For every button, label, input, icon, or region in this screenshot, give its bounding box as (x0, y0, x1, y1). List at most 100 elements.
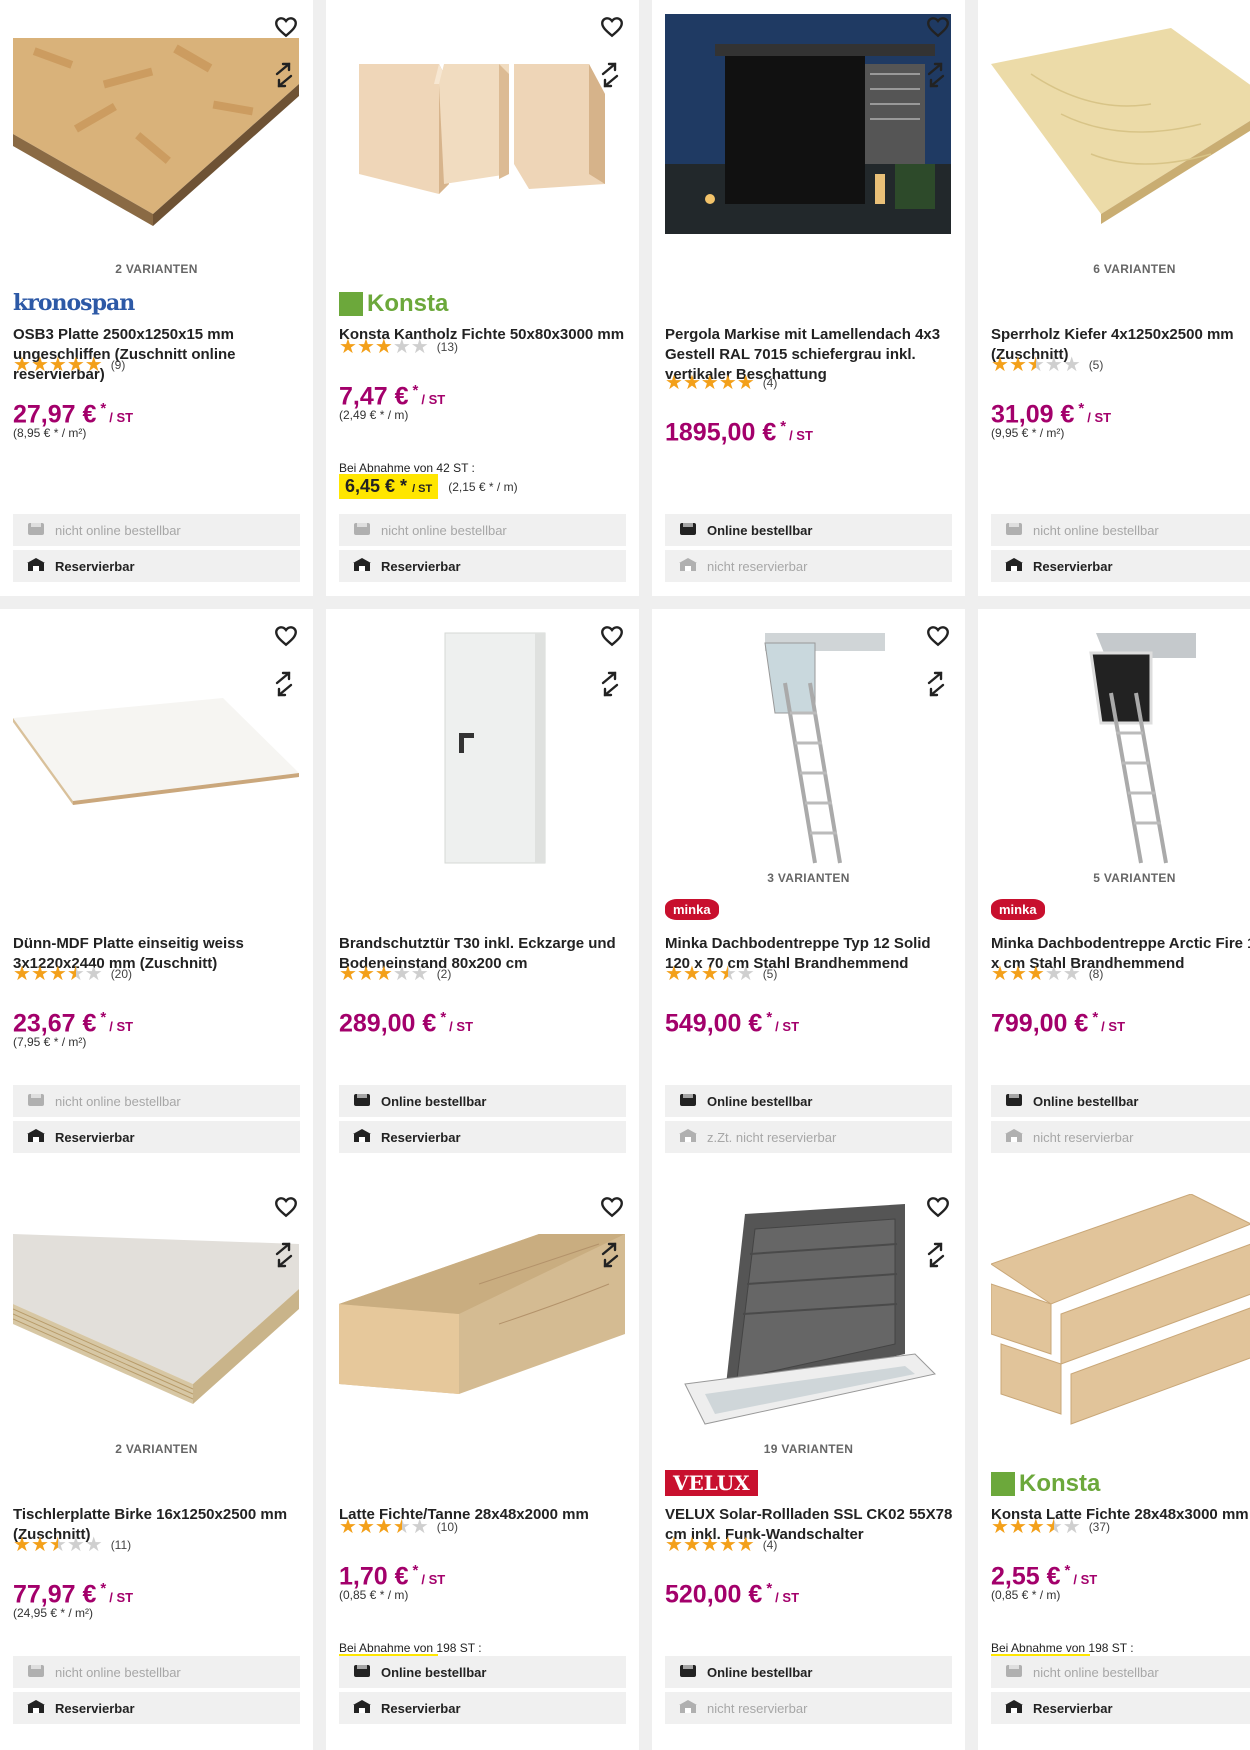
online-availability: nicht online bestellbar (13, 1656, 300, 1688)
reserve-availability: Reservierbar (13, 550, 300, 582)
online-availability: nicht online bestellbar (13, 514, 300, 546)
product-image[interactable] (665, 1194, 951, 1440)
variants-label: 3 VARIANTEN (767, 871, 850, 885)
star-icons: ★★★★★ (13, 1534, 103, 1556)
heart-icon[interactable] (925, 14, 951, 40)
brand-logo: kronospan (13, 290, 135, 316)
store-icon (27, 1699, 45, 1717)
product-image[interactable] (989, 1193, 1250, 1440)
reserve-availability: Reservierbar (991, 1692, 1250, 1724)
product-card[interactable]: Latte Fichte/Tanne 28x48x2000 mm ★★★★★ (10… (326, 1180, 639, 1750)
price: 1,70 € */ ST (339, 1562, 446, 1591)
rating: ★★★★★ (8) (991, 964, 1103, 984)
product-image[interactable] (339, 623, 625, 869)
heart-icon[interactable] (925, 623, 951, 649)
product-image[interactable] (991, 623, 1250, 869)
delivery-icon (1005, 1093, 1023, 1110)
review-count: (2) (436, 967, 452, 981)
product-card[interactable]: Konsta Konsta Latte Fichte 28x48x3000 mm ★… (978, 1180, 1250, 1750)
compare-icon[interactable] (595, 60, 625, 90)
base-price: (2,49 € * / m) (339, 408, 409, 422)
reserve-availability: z.Zt. nicht reservierbar (665, 1121, 952, 1153)
heart-icon[interactable] (925, 1194, 951, 1220)
compare-icon[interactable] (595, 1240, 625, 1270)
star-icons: ★★★★★ (13, 354, 103, 376)
store-icon (1005, 1699, 1023, 1717)
compare-icon[interactable] (269, 1240, 299, 1270)
store-icon (679, 1699, 697, 1717)
review-count: (13) (436, 340, 459, 354)
heart-icon[interactable] (273, 623, 299, 649)
online-availability: nicht online bestellbar (339, 514, 626, 546)
product-image[interactable] (665, 623, 951, 869)
reserve-availability: Reservierbar (991, 550, 1250, 582)
product-image[interactable] (665, 14, 951, 260)
review-count: (37) (1088, 1520, 1111, 1534)
compare-icon[interactable] (269, 669, 299, 699)
heart-icon[interactable] (599, 14, 625, 40)
product-image[interactable] (339, 1194, 625, 1440)
product-card[interactable]: Konsta Konsta Kantholz Fichte 50x80x3000 … (326, 0, 639, 596)
reserve-availability: Reservierbar (13, 1692, 300, 1724)
rating: ★★★★★ (4) (665, 1535, 777, 1555)
heart-icon[interactable] (273, 1194, 299, 1220)
delivery-icon (1005, 522, 1023, 539)
heart-icon[interactable] (599, 623, 625, 649)
online-availability: Online bestellbar (339, 1085, 626, 1117)
delivery-icon (353, 1093, 371, 1110)
heart-icon[interactable] (599, 1194, 625, 1220)
store-icon (679, 557, 697, 575)
compare-icon[interactable] (921, 60, 951, 90)
bulk-label: Bei Abnahme von 42 ST : (339, 461, 475, 475)
star-icons: ★★★★★ (665, 963, 755, 985)
store-icon (27, 1128, 45, 1146)
reserve-availability: Reservierbar (339, 550, 626, 582)
rating: ★★★★★ (20) (13, 964, 132, 984)
product-card[interactable]: 19 VARIANTEN VELUX VELUX Solar-Rollladen S… (652, 1180, 965, 1750)
compare-icon[interactable] (921, 669, 951, 699)
product-image[interactable] (13, 623, 299, 869)
product-image[interactable] (13, 14, 299, 260)
product-card[interactable]: 3 VARIANTEN minka Minka Dachbodentreppe Ty… (652, 609, 965, 1205)
price: 289,00 € */ ST (339, 1009, 474, 1038)
reserve-availability: nicht reservierbar (665, 1692, 952, 1724)
star-icons: ★★★★★ (339, 963, 429, 985)
reserve-availability: Reservierbar (13, 1121, 300, 1153)
product-card[interactable]: 5 VARIANTEN minka Minka Dachbodentreppe Ar… (978, 609, 1250, 1205)
heart-icon[interactable] (273, 14, 299, 40)
product-image[interactable] (991, 14, 1250, 260)
delivery-icon (1005, 1664, 1023, 1681)
delivery-icon (27, 1093, 45, 1110)
product-card[interactable]: 6 VARIANTEN Sperrholz Kiefer 4x1250x2500 … (978, 0, 1250, 596)
rating: ★★★★★ (10) (339, 1517, 458, 1537)
base-price: (0,85 € * / m) (991, 1588, 1061, 1602)
store-icon (1005, 557, 1023, 575)
bulk-base-price: (2,15 € * / m) (448, 479, 518, 494)
compare-icon[interactable] (595, 669, 625, 699)
reserve-availability: Reservierbar (339, 1121, 626, 1153)
product-card[interactable]: Dünn-MDF Platte einseitig weiss 3x1220x2… (0, 609, 313, 1205)
price: 23,67 € */ ST (13, 1009, 134, 1038)
store-icon (1005, 1128, 1023, 1146)
product-card[interactable]: Pergola Markise mit Lamellendach 4x3 Ges… (652, 0, 965, 596)
review-count: (20) (110, 967, 133, 981)
product-card[interactable]: Brandschutztür T30 inkl. Eckzarge und Bo… (326, 609, 639, 1205)
brand-logo: VELUX (665, 1470, 758, 1498)
compare-icon[interactable] (269, 60, 299, 90)
review-count: (10) (436, 1520, 459, 1534)
product-card[interactable]: 2 VARIANTEN kronospan OSB3 Platte 2500x125… (0, 0, 313, 596)
delivery-icon (353, 522, 371, 539)
compare-icon[interactable] (921, 1240, 951, 1270)
bulk-label: Bei Abnahme von 198 ST : (991, 1641, 1134, 1655)
bulk-label: Bei Abnahme von 198 ST : (339, 1641, 482, 1655)
product-image[interactable] (339, 14, 625, 260)
online-availability: Online bestellbar (991, 1085, 1250, 1117)
brand-logo: minka (991, 899, 1045, 927)
product-image[interactable] (12, 1194, 299, 1440)
store-icon (353, 1699, 371, 1717)
delivery-icon (27, 522, 45, 539)
online-availability: nicht online bestellbar (991, 514, 1250, 546)
rating: ★★★★★ (5) (665, 964, 777, 984)
star-icons: ★★★★★ (991, 354, 1081, 376)
product-card[interactable]: 2 VARIANTEN Tischlerplatte Birke 16x1250x… (0, 1180, 313, 1750)
